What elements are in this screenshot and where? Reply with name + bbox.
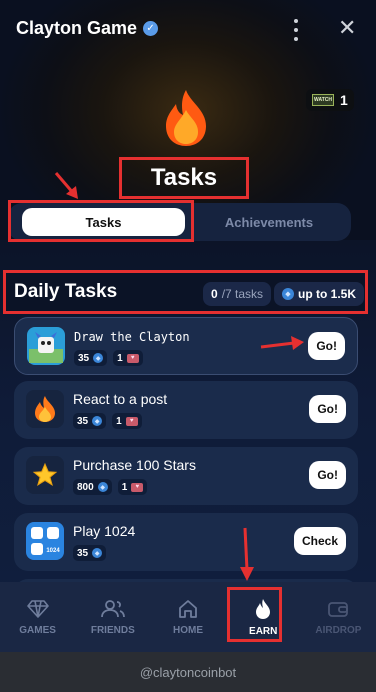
bot-username: @claytoncoinbot [0,652,376,692]
coin-icon: ◆ [92,416,103,426]
coin-icon: ◆ [93,353,104,363]
task-name: Purchase 100 Stars [73,457,196,473]
annotation-arrow-icon [54,172,78,199]
coin-icon: ◆ [92,548,103,558]
coin-icon: ◆ [282,288,294,300]
annotation-arrow-icon [240,527,254,581]
ticket-badge[interactable]: WATCH 1 [306,89,354,111]
task-name: React to a post [73,391,168,407]
friends-icon [100,599,125,617]
task-name: Draw the Clayton [74,330,190,344]
close-icon[interactable]: ✕ [338,16,356,40]
diamond-icon [26,599,49,618]
coin-reward: 35 ◆ [74,350,108,366]
annotation-arrow-icon [260,336,304,350]
task-name: Play 1024 [73,523,136,539]
app-title-text: Clayton Game [16,18,138,38]
more-menu-icon[interactable] [290,19,302,41]
ticket-reward: 1 ♥ [112,413,142,429]
nav-friends[interactable]: FRIENDS [75,582,150,652]
mini-app: Clayton Game ✓ ✕ WATCH 1 Tasks Tasks Ach… [0,0,376,652]
badge-image-icon: WATCH [312,94,334,106]
tasks-progress: 0/7 tasks [203,282,272,306]
reward-pill: ◆ up to 1.5K [274,282,365,306]
nav-airdrop[interactable]: AIRDROP [301,582,376,652]
ticket-icon: ♥ [131,482,144,492]
badge-count: 1 [340,92,348,108]
tasks-done: 0 [211,287,218,301]
coin-reward: 35 ◆ [73,545,107,561]
ticket-icon: ♥ [125,416,138,426]
nav-games[interactable]: GAMES [0,582,75,652]
ticket-icon: ♥ [126,353,139,363]
check-button[interactable]: Check [293,527,346,555]
go-button[interactable]: Go! [309,461,346,489]
verified-icon: ✓ [143,21,159,36]
coin-reward: 35 ◆ [73,413,107,429]
earn-highlight [227,587,282,642]
daily-tasks-title: Daily Tasks [14,281,118,302]
go-button[interactable]: Go! [308,332,345,360]
fire-emoji-icon [26,390,64,428]
task-card[interactable]: 1024 Play 1024 35 ◆ Check [14,513,358,571]
nav-home[interactable]: HOME [150,582,225,652]
app-title: Clayton Game ✓ [16,18,159,39]
game-tile-label: 1024 [46,548,60,554]
page-title-highlight: Tasks [119,157,249,199]
page-title: Tasks [150,164,218,191]
game-1024-icon: 1024 [26,522,64,560]
go-button[interactable]: Go! [309,395,346,423]
tasks-total: /7 tasks [221,287,264,301]
star-icon [26,456,64,494]
bottom-nav: GAMES FRIENDS HOME EARN AIRDROP [0,582,376,652]
ticket-reward: 1 ♥ [117,479,148,495]
reward-text: up to 1.5K [298,287,357,301]
task-card[interactable]: Purchase 100 Stars 800 ◆ 1 ♥ Go! [14,447,358,505]
coin-icon: ◆ [97,482,108,492]
clayton-drawing-icon [27,327,65,365]
wallet-icon [328,601,349,617]
home-icon [179,599,197,618]
coin-reward: 800 ◆ [73,479,112,495]
task-card[interactable]: React to a post 35 ◆ 1 ♥ Go! [14,381,358,439]
flame-icon [166,90,206,146]
ticket-reward: 1 ♥ [113,350,143,366]
task-card[interactable]: Draw the Clayton 35 ◆ 1 ♥ Go! [14,317,358,375]
tab-tasks[interactable]: Tasks [22,208,185,236]
tab-achievements[interactable]: Achievements [194,208,344,236]
